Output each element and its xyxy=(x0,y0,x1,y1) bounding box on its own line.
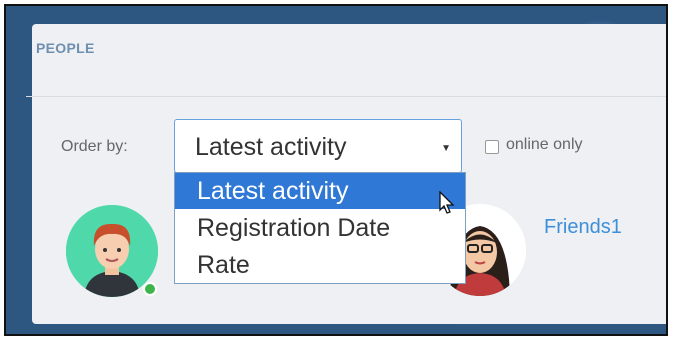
order-by-select[interactable]: Latest activity ▼ xyxy=(174,119,462,173)
chevron-down-icon: ▼ xyxy=(441,143,451,154)
pointer-cursor-icon xyxy=(438,190,456,220)
order-by-dropdown-list: Latest activity Registration Date Rate xyxy=(174,172,466,284)
online-status-indicator xyxy=(143,282,157,296)
order-option-rate[interactable]: Rate xyxy=(175,247,465,283)
online-only-checkbox[interactable] xyxy=(485,140,499,154)
panel-divider xyxy=(26,96,666,97)
order-option-latest-activity[interactable]: Latest activity xyxy=(175,173,465,209)
order-by-selected-value: Latest activity xyxy=(195,133,347,161)
online-only-label[interactable]: online only xyxy=(506,136,583,154)
order-option-registration-date[interactable]: Registration Date xyxy=(175,210,465,246)
panel-title: PEOPLE xyxy=(36,40,95,56)
friends-link[interactable]: Friends1 xyxy=(544,216,622,239)
order-by-label: Order by: xyxy=(61,138,128,155)
